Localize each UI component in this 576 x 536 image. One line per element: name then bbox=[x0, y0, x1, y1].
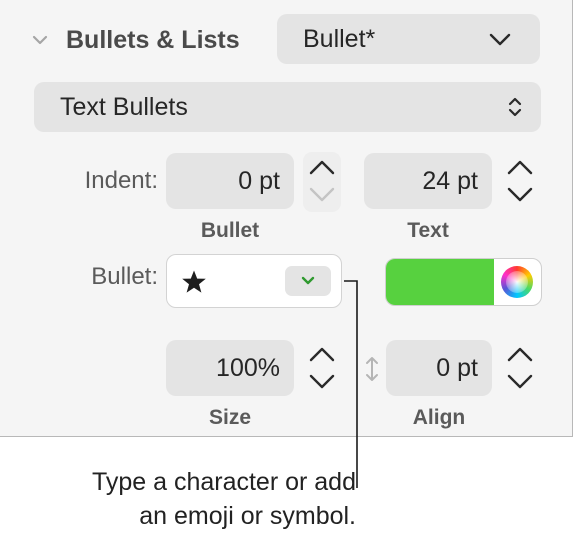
size-stepper[interactable] bbox=[302, 338, 342, 400]
bullet-label: Bullet: bbox=[91, 263, 158, 290]
bullet-type-value: Text Bullets bbox=[60, 93, 188, 121]
bullet-indent-stepper[interactable] bbox=[302, 151, 342, 213]
size-value: 100% bbox=[216, 354, 280, 382]
chevron-down-icon bbox=[301, 276, 315, 285]
up-down-chevron-icon bbox=[508, 97, 522, 117]
callout-line-2: an emoji or symbol. bbox=[139, 502, 356, 530]
text-indent-stepper[interactable] bbox=[500, 151, 540, 213]
list-style-popup[interactable]: Bullet* bbox=[277, 14, 540, 64]
bullet-type-popup[interactable]: Text Bullets bbox=[34, 82, 541, 132]
callout-text: Type a character or add an emoji or symb… bbox=[0, 465, 356, 533]
text-indent-field[interactable]: 24 pt bbox=[364, 153, 492, 209]
vertical-align-icon bbox=[366, 357, 378, 381]
chevron-down-icon bbox=[489, 33, 511, 46]
bullet-indent-value: 0 pt bbox=[238, 167, 280, 195]
bullet-color-swatch[interactable] bbox=[386, 259, 494, 305]
size-field[interactable]: 100% bbox=[166, 340, 294, 396]
list-style-value: Bullet* bbox=[303, 25, 376, 53]
text-indent-caption: Text bbox=[407, 219, 449, 242]
align-caption: Align bbox=[412, 406, 466, 429]
text-indent-value: 24 pt bbox=[422, 167, 478, 195]
align-stepper[interactable] bbox=[500, 338, 540, 400]
star-icon bbox=[182, 270, 206, 293]
align-value: 0 pt bbox=[436, 354, 478, 382]
bullet-indent-caption: Bullet bbox=[200, 219, 260, 242]
color-wheel-icon[interactable] bbox=[501, 266, 533, 298]
format-sidebar-panel: Bullets & Lists Bullet* Text Bullets Ind… bbox=[0, 0, 573, 437]
bullet-character-dropdown[interactable] bbox=[285, 266, 331, 296]
bullet-color-well[interactable] bbox=[385, 258, 542, 306]
callout-line-1: Type a character or add bbox=[91, 468, 356, 496]
bullet-character-field[interactable] bbox=[166, 254, 342, 308]
bullet-indent-field[interactable]: 0 pt bbox=[166, 153, 294, 209]
indent-label: Indent: bbox=[84, 167, 158, 194]
size-caption: Size bbox=[208, 406, 252, 429]
section-title[interactable]: Bullets & Lists bbox=[66, 22, 240, 58]
align-field[interactable]: 0 pt bbox=[386, 340, 492, 396]
chevron-down-icon[interactable] bbox=[30, 32, 50, 48]
